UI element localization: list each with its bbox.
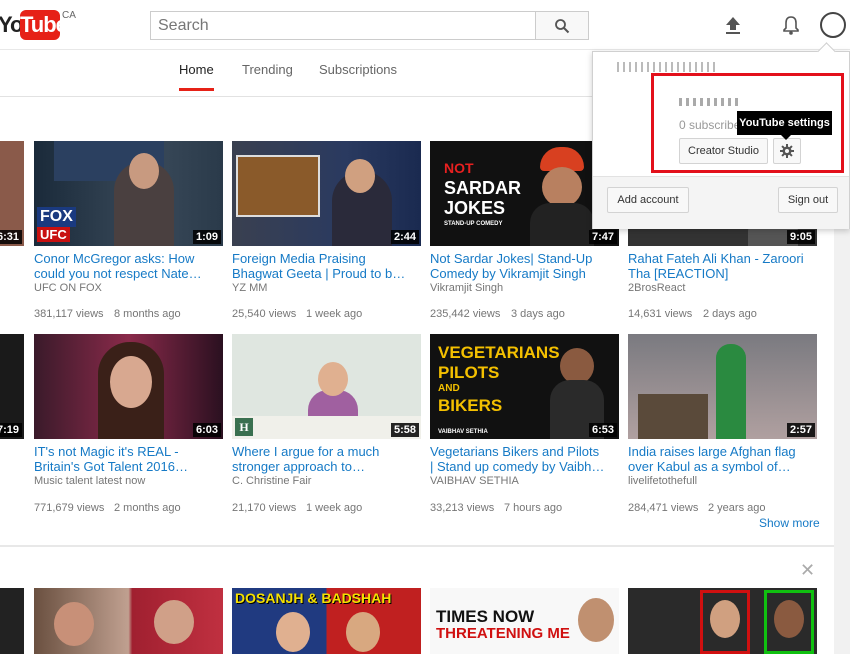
thumb-text: STAND-UP COMEDY	[444, 221, 503, 227]
section-divider	[0, 545, 834, 547]
tab-home[interactable]: Home	[179, 62, 214, 91]
video-thumbnail[interactable]	[0, 588, 24, 654]
search-button[interactable]	[535, 11, 589, 40]
video-thumbnail[interactable]: 6:31	[0, 141, 24, 246]
video-thumbnail[interactable]: 6:03	[34, 334, 223, 439]
video-views: 235,442 views	[430, 308, 501, 320]
video-thumbnail[interactable]: 2:44	[232, 141, 421, 246]
video-age: 2 years ago	[708, 502, 766, 514]
channel-name[interactable]: YZ MM	[232, 282, 267, 294]
search-input[interactable]	[150, 11, 536, 40]
video-title[interactable]: could you not respect Nate…	[34, 266, 228, 281]
video-title[interactable]: Bhagwat Geeta | Proud to b…	[232, 266, 426, 281]
ufc-logo: UFC	[37, 227, 70, 242]
video-title[interactable]: IT's not Magic it's REAL -	[34, 444, 228, 459]
thumb-text: TIMES NOW	[436, 607, 535, 626]
video-title[interactable]: stronger approach to…	[232, 459, 426, 474]
country-code: CA	[62, 10, 76, 21]
video-age: 1 week ago	[306, 502, 363, 514]
video-duration: 2:57	[786, 423, 815, 437]
channel-name[interactable]: Music talent latest now	[34, 475, 145, 487]
video-title[interactable]: Foreign Media Praising	[232, 251, 426, 266]
thumb-text: VAIBHAV SETHIA	[438, 429, 488, 435]
video-thumbnail[interactable]: FOX UFC 1:09	[34, 141, 223, 246]
video-title[interactable]: Britain's Got Talent 2016…	[34, 459, 228, 474]
channel-name[interactable]: VAIBHAV SETHIA	[430, 475, 519, 487]
logo-tube-text: Tube	[20, 10, 68, 40]
video-duration: 7:47	[588, 230, 617, 244]
video-thumbnail[interactable]: DOSANJH & BADSHAH	[232, 588, 421, 654]
settings-tooltip: YouTube settings	[737, 111, 832, 140]
video-title[interactable]: Rahat Fateh Ali Khan - Zaroori	[628, 251, 822, 266]
channel-name[interactable]: Vikramjit Singh	[430, 282, 503, 294]
show-more-link[interactable]: Show more	[759, 516, 820, 530]
account-avatar[interactable]	[820, 12, 846, 38]
video-thumbnail[interactable]: H 5:58	[232, 334, 421, 439]
video-views: 771,679 views	[34, 502, 105, 514]
video-title[interactable]: Tha [REACTION]	[628, 266, 822, 281]
notifications-bell-icon[interactable]	[780, 14, 802, 36]
video-duration: 1:09	[192, 230, 221, 244]
tab-trending[interactable]: Trending	[242, 62, 293, 88]
video-views: 21,170 views	[232, 502, 297, 514]
thumb-text: JOKES	[444, 198, 506, 218]
video-age: 8 months ago	[114, 308, 181, 320]
video-title[interactable]: Comedy by Vikramjit Singh	[430, 266, 624, 281]
fox-logo: FOX	[37, 207, 76, 227]
video-title[interactable]: Not Sardar Jokes| Stand-Up	[430, 251, 624, 266]
video-duration: 5:58	[390, 423, 419, 437]
thumb-text: NOT	[444, 160, 474, 176]
video-title[interactable]: Vegetarians Bikers and Pilots	[430, 444, 624, 459]
video-title[interactable]: over Kabul as a symbol of…	[628, 459, 822, 474]
video-age: 3 days ago	[511, 308, 565, 320]
video-duration: 9:05	[786, 230, 815, 244]
video-title[interactable]: India raises large Afghan flag	[628, 444, 822, 459]
sign-out-button[interactable]: Sign out	[778, 187, 838, 213]
close-icon[interactable]: ✕	[800, 560, 815, 581]
tab-subscriptions[interactable]: Subscriptions	[319, 62, 397, 88]
video-thumbnail[interactable]: NOT SARDAR JOKES STAND-UP COMEDY 7:47	[430, 141, 619, 246]
search-icon	[555, 18, 570, 33]
thumb-text: PILOTS	[438, 363, 500, 382]
video-duration: 6:31	[0, 230, 22, 244]
thumb-text: VEGETARIANS	[438, 343, 560, 362]
add-account-button[interactable]: Add account	[607, 187, 689, 213]
channel-name[interactable]: C. Christine Fair	[232, 475, 311, 487]
top-bar: You Tube CA	[0, 0, 850, 50]
video-age: 7 hours ago	[504, 502, 563, 514]
video-age: 2 months ago	[114, 502, 181, 514]
thumb-text: BIKERS	[438, 396, 503, 415]
channel-name[interactable]: 2BrosReact	[628, 282, 685, 294]
video-thumbnail[interactable]: 7:19	[0, 334, 24, 439]
video-views: 381,117 views	[34, 308, 104, 320]
video-title[interactable]: Where I argue for a much	[232, 444, 426, 459]
video-age: 1 week ago	[306, 308, 363, 320]
thumb-text: THREATENING ME	[436, 625, 570, 642]
video-duration: 6:53	[588, 423, 617, 437]
video-title[interactable]: | Stand up comedy by Vaibh…	[430, 459, 624, 474]
video-duration: 2:44	[390, 230, 419, 244]
h-logo: H	[235, 418, 253, 436]
video-thumbnail[interactable]: TIMES NOW THREATENING ME	[430, 588, 619, 654]
channel-name[interactable]: UFC ON FOX	[34, 282, 102, 294]
video-views: 33,213 views	[430, 502, 495, 514]
video-thumbnail[interactable]	[34, 588, 223, 654]
thumb-text: AND	[438, 383, 460, 394]
video-duration: 7:19	[0, 423, 22, 437]
thumb-text: DOSANJH & BADSHAH	[235, 590, 392, 606]
video-views: 14,631 views	[628, 308, 693, 320]
video-duration: 6:03	[192, 423, 221, 437]
channel-name[interactable]: livelifetothefull	[628, 475, 697, 487]
video-views: 25,540 views	[232, 308, 297, 320]
thumb-text: SARDAR	[444, 178, 522, 198]
video-thumbnail[interactable]	[628, 588, 817, 654]
video-thumbnail[interactable]: 2:57	[628, 334, 817, 439]
video-thumbnail[interactable]: VEGETARIANS PILOTS AND BIKERS VAIBHAV SE…	[430, 334, 619, 439]
blurred-account-name	[617, 62, 717, 72]
upload-icon[interactable]	[722, 14, 744, 36]
video-title[interactable]: Conor McGregor asks: How	[34, 251, 228, 266]
video-views: 284,471 views	[628, 502, 699, 514]
video-age: 2 days ago	[703, 308, 757, 320]
